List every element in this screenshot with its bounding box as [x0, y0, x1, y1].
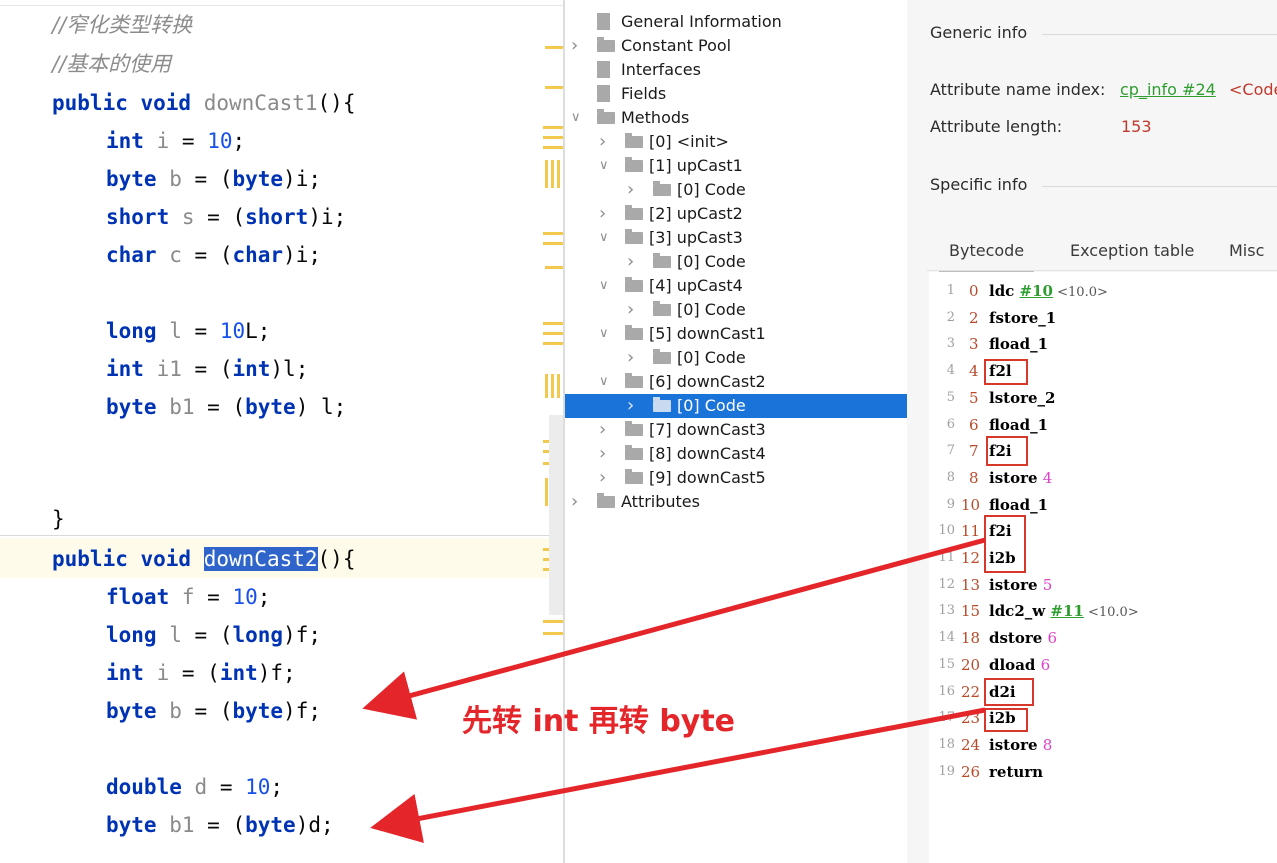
annotation-text: 先转 int 再转 byte — [462, 704, 736, 739]
arrow-to-byte-b — [362, 537, 986, 720]
